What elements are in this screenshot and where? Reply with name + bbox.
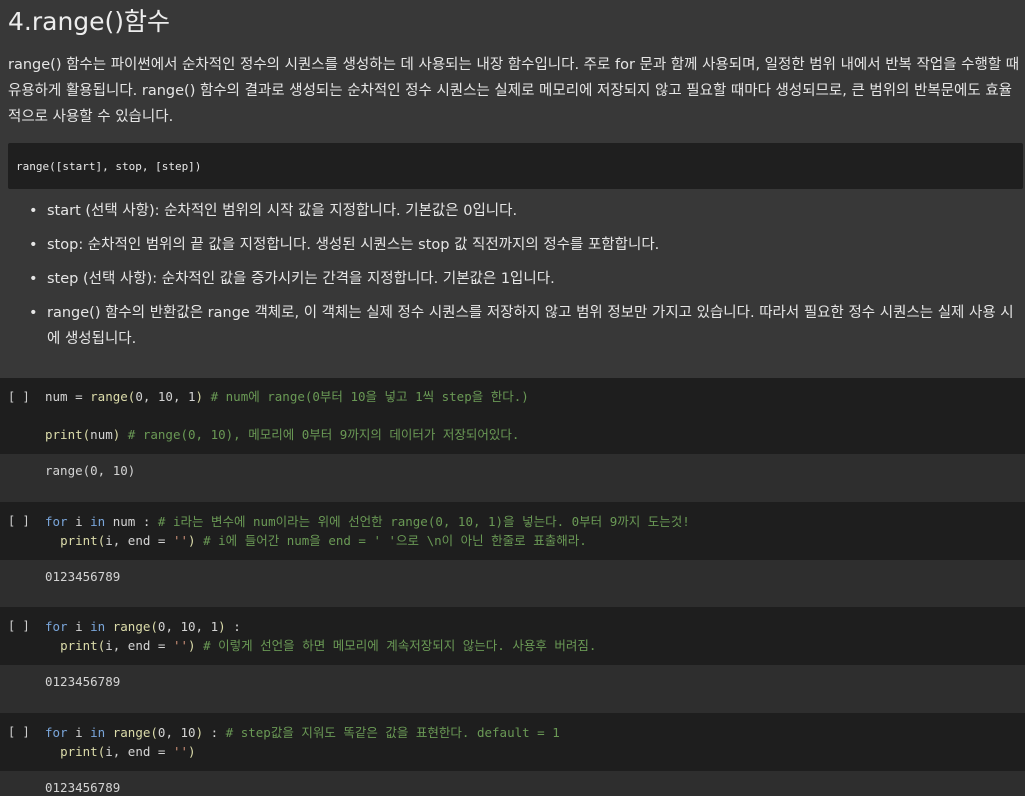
code-token: 0, 10 bbox=[157, 725, 196, 740]
code-token: ) bbox=[195, 389, 204, 404]
code-token: ) bbox=[188, 638, 196, 653]
code-line: print(i, end = '') # 이렇게 선언을 하면 메모리에 계속저… bbox=[45, 636, 596, 655]
code-token: in bbox=[90, 514, 106, 529]
code-token: print bbox=[60, 533, 98, 548]
cell-output: 0123456789 bbox=[45, 780, 121, 795]
code-cell[interactable]: [ ] num = range(0, 10, 1) # num에 range(0… bbox=[0, 378, 1025, 454]
code-token: i, end = bbox=[105, 638, 173, 653]
cell-output: range(0, 10) bbox=[45, 463, 136, 478]
code-token: i bbox=[67, 619, 91, 634]
code-token: i, end = bbox=[105, 533, 173, 548]
code-token: num : bbox=[105, 514, 158, 529]
code-token: ) bbox=[195, 725, 204, 740]
code-line: num = range(0, 10, 1) # num에 range(0부터 1… bbox=[45, 387, 529, 406]
code-editor[interactable]: num = range(0, 10, 1) # num에 range(0부터 1… bbox=[45, 387, 529, 444]
code-token: ) bbox=[188, 533, 196, 548]
code-token: range bbox=[90, 389, 128, 404]
output-area: range(0, 10) bbox=[0, 454, 1025, 502]
code-token: ) bbox=[188, 744, 196, 759]
code-comment: # step값을 지워도 똑같은 값을 표현한다. default = 1 bbox=[225, 725, 560, 740]
code-line: print(num) # range(0, 10), 메모리에 0부터 9까지의… bbox=[45, 425, 529, 444]
output-area: 0123456789 bbox=[0, 771, 1025, 796]
syntax-block: range([start], stop, [step]) bbox=[8, 143, 1023, 189]
cell-output: 0123456789 bbox=[45, 674, 121, 689]
code-token: : bbox=[203, 725, 226, 740]
code-comment: # i라는 변수에 num이라는 위에 선언한 range(0, 10, 1)을… bbox=[157, 514, 690, 529]
code-token: 0, 10, 1 bbox=[135, 389, 196, 404]
code-token: print bbox=[60, 638, 98, 653]
code-token: 0, 10, 1 bbox=[157, 619, 219, 634]
code-token: i bbox=[67, 725, 91, 740]
code-line: print(i, end = '') # i에 들어간 num을 end = '… bbox=[45, 531, 690, 550]
code-token: ( bbox=[150, 619, 158, 634]
cell-run-prompt[interactable]: [ ] bbox=[8, 725, 30, 739]
code-comment: # i에 들어간 num을 end = ' '으로 \n이 아닌 한줄로 표출해… bbox=[195, 533, 587, 548]
code-line: for i in range(0, 10) : # step값을 지워도 똑같은… bbox=[45, 723, 560, 742]
code-line: for i in range(0, 10, 1) : bbox=[45, 617, 596, 636]
code-token: '' bbox=[172, 533, 189, 548]
code-token: range bbox=[112, 619, 151, 634]
code-comment: # range(0, 10), 메모리에 0부터 9까지의 데이터가 저장되어있… bbox=[120, 427, 520, 442]
code-token: num = bbox=[45, 389, 91, 404]
list-item: start (선택 사항): 순차적인 범위의 시작 값을 지정합니다. 기본값… bbox=[0, 198, 1025, 224]
code-token: print bbox=[60, 744, 98, 759]
code-token: for bbox=[45, 725, 68, 740]
code-cell[interactable]: [ ] for i in num : # i라는 변수에 num이라는 위에 선… bbox=[0, 502, 1025, 560]
list-item: step (선택 사항): 순차적인 값을 증가시키는 간격을 지정합니다. 기… bbox=[0, 266, 1025, 292]
code-cell[interactable]: [ ] for i in range(0, 10, 1) : print(i, … bbox=[0, 607, 1025, 665]
code-token: '' bbox=[172, 744, 189, 759]
code-token: i, end = bbox=[105, 744, 173, 759]
list-item: range() 함수의 반환값은 range 객체로, 이 객체는 실제 정수 … bbox=[0, 300, 1025, 352]
code-token: '' bbox=[172, 638, 189, 653]
cell-run-prompt[interactable]: [ ] bbox=[8, 514, 30, 528]
intro-paragraph: range() 함수는 파이썬에서 순차적인 정수의 시퀀스를 생성하는 데 사… bbox=[8, 57, 1020, 125]
output-area: 0123456789 bbox=[0, 560, 1025, 607]
list-item: stop: 순차적인 범위의 끝 값을 지정합니다. 생성된 시퀀스는 stop… bbox=[0, 232, 1025, 258]
code-editor[interactable]: for i in range(0, 10, 1) : print(i, end … bbox=[45, 617, 596, 655]
cell-run-prompt[interactable]: [ ] bbox=[8, 390, 30, 404]
code-comment: # num에 range(0부터 10을 넣고 1씩 step을 한다.) bbox=[203, 389, 529, 404]
page-title: 4.range()함수 bbox=[8, 7, 171, 36]
code-token: num bbox=[90, 427, 113, 442]
code-token: ) bbox=[218, 619, 226, 634]
cell-output: 0123456789 bbox=[45, 569, 121, 584]
code-token: range bbox=[112, 725, 151, 740]
code-line: print(i, end = '') bbox=[45, 742, 560, 761]
code-comment: # 이렇게 선언을 하면 메모리에 계속저장되지 않는다. 사용후 버려짐. bbox=[195, 638, 597, 653]
code-cell[interactable]: [ ] for i in range(0, 10) : # step값을 지워도… bbox=[0, 713, 1025, 771]
code-token: for bbox=[45, 619, 68, 634]
code-token: : bbox=[225, 619, 241, 634]
code-editor[interactable]: for i in range(0, 10) : # step값을 지워도 똑같은… bbox=[45, 723, 560, 761]
code-token: ( bbox=[150, 725, 158, 740]
code-token: i bbox=[67, 514, 91, 529]
code-token: for bbox=[45, 514, 68, 529]
code-token: in bbox=[90, 725, 106, 740]
parameter-list: start (선택 사항): 순차적인 범위의 시작 값을 지정합니다. 기본값… bbox=[0, 198, 1025, 360]
code-token: in bbox=[90, 619, 106, 634]
cell-run-prompt[interactable]: [ ] bbox=[8, 619, 30, 633]
output-area: 0123456789 bbox=[0, 665, 1025, 713]
code-line: for i in num : # i라는 변수에 num이라는 위에 선언한 r… bbox=[45, 512, 690, 531]
code-token: print bbox=[45, 427, 83, 442]
code-editor[interactable]: for i in num : # i라는 변수에 num이라는 위에 선언한 r… bbox=[45, 512, 690, 550]
